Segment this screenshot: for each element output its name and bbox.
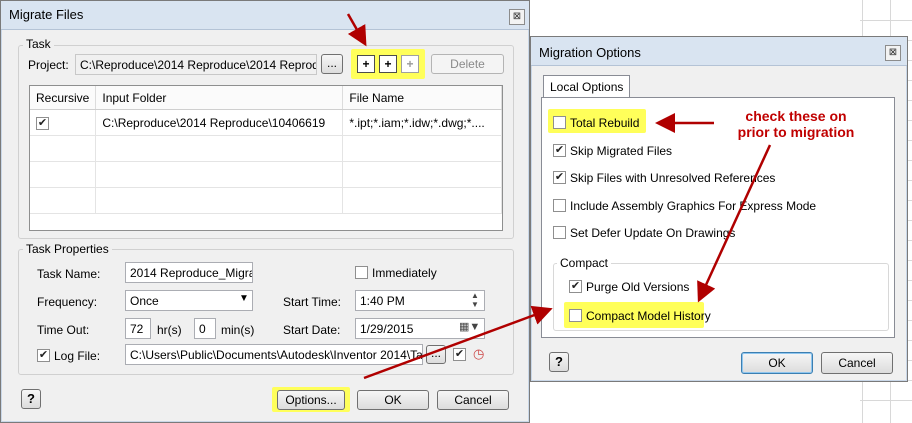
- arrow-to-compact-history: [697, 144, 772, 303]
- arrow-to-add-button: [346, 13, 367, 47]
- arrow-options-to-dialog: [363, 305, 553, 380]
- annotation-arrows: [346, 13, 772, 380]
